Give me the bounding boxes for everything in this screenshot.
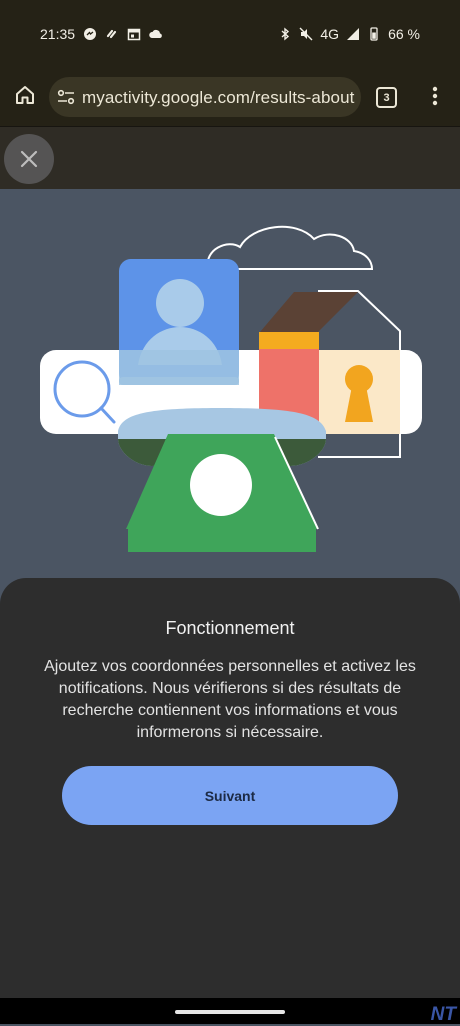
clock: 21:35 xyxy=(40,26,76,42)
home-icon[interactable] xyxy=(13,83,37,107)
address-bar[interactable]: myactivity.google.com/results-about xyxy=(49,77,361,117)
battery-level: 66 % xyxy=(388,26,420,42)
tune-icon[interactable] xyxy=(57,89,75,105)
messenger-icon xyxy=(84,28,97,40)
tab-count: 3 xyxy=(383,91,390,104)
more-vert-icon[interactable] xyxy=(428,85,442,107)
mute-icon xyxy=(299,27,313,41)
dimmed-page-header xyxy=(0,127,460,189)
url-text[interactable]: myactivity.google.com/results-about xyxy=(82,88,354,108)
signal-icon xyxy=(347,28,360,40)
system-nav-bar xyxy=(0,998,460,1024)
calendar-icon xyxy=(127,28,141,41)
shazam-icon xyxy=(106,29,117,39)
bluetooth-icon xyxy=(281,27,290,41)
privacy-illustration xyxy=(40,225,422,552)
browser-toolbar: myactivity.google.com/results-about 3 xyxy=(0,64,460,127)
home-gesture-handle[interactable] xyxy=(175,1010,285,1014)
close-button[interactable] xyxy=(4,134,54,184)
info-bottom-sheet: Fonctionnement Ajoutez vos coordonnées p… xyxy=(0,578,460,998)
cloud-icon xyxy=(149,29,162,38)
sheet-title: Fonctionnement xyxy=(165,618,295,638)
tab-switcher-button[interactable]: 3 xyxy=(376,87,397,108)
close-icon xyxy=(20,150,38,168)
sheet-description: Ajoutez vos coordonnées personnelles et … xyxy=(44,658,416,741)
next-button[interactable]: Suivant xyxy=(62,766,398,825)
house-wall xyxy=(259,332,319,349)
battery-icon xyxy=(370,27,378,41)
watermark-logo: NT xyxy=(430,1004,456,1025)
phone-dial-drawing xyxy=(190,454,252,516)
house-roof xyxy=(260,292,358,332)
status-bar: 21:35 4G 66 % xyxy=(0,0,460,64)
network-type: 4G xyxy=(320,26,340,42)
